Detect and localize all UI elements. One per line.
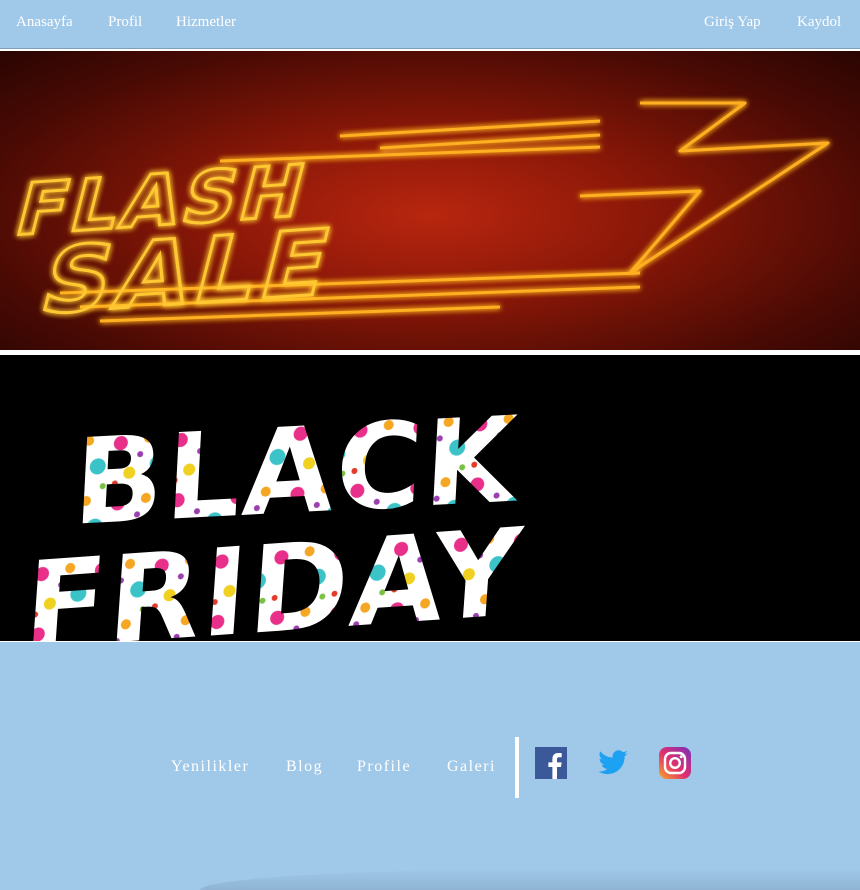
footer-link-news[interactable]: Yenilikler [171,758,249,776]
black-friday-banner: BLACK FRIDAY [0,355,860,641]
facebook-icon[interactable] [535,747,567,779]
footer-link-gallery[interactable]: Galeri [447,758,496,776]
footer-link-blog[interactable]: Blog [286,758,323,776]
nav-link-home[interactable]: Anasayfa [16,14,73,31]
nav-link-profile[interactable]: Profil [108,14,142,31]
nav-link-register[interactable]: Kaydol [797,14,841,31]
flash-sale-banner: FLASH SALE [0,51,860,350]
top-navbar: Anasayfa Profil Hizmetler Giriş Yap Kayd… [0,0,860,49]
footer-divider [515,737,519,798]
nav-link-services[interactable]: Hizmetler [176,14,236,31]
twitter-icon[interactable] [597,747,629,779]
instagram-icon[interactable] [659,747,691,779]
flash-sale-artwork: FLASH SALE [6,101,830,337]
footer-link-profile[interactable]: Profile [357,758,411,776]
footer-shadow [200,868,860,890]
sale-text: SALE [31,209,347,336]
black-friday-artwork: BLACK FRIDAY [20,390,527,641]
footer: Yenilikler Blog Profile Galeri [0,642,860,890]
nav-link-login[interactable]: Giriş Yap [704,14,761,31]
